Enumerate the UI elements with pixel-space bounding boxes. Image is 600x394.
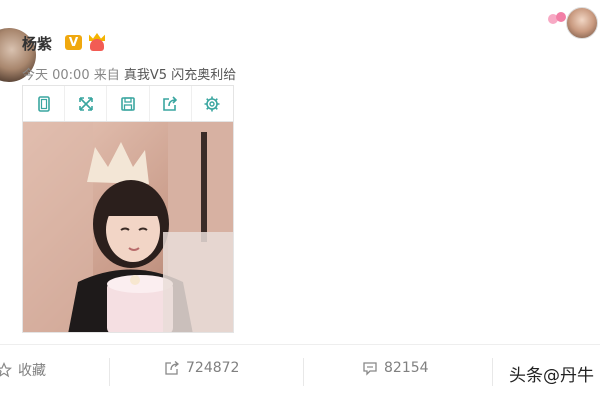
separator [492, 358, 493, 386]
star-icon [0, 362, 12, 378]
repost-count: 724872 [186, 360, 240, 376]
comment-count: 82154 [384, 360, 429, 376]
comment-icon [363, 362, 377, 376]
separator [303, 358, 304, 386]
author-name[interactable]: 杨紫 [22, 33, 52, 54]
user-avatar[interactable] [566, 7, 598, 39]
post-time[interactable]: 今天 00:00 [22, 68, 90, 83]
comment-button[interactable]: 82154 [362, 360, 429, 376]
source-prefix: 来自 [93, 68, 120, 83]
gear-icon[interactable] [192, 86, 233, 121]
repost-button[interactable]: 724872 [164, 360, 239, 376]
expand-icon[interactable] [65, 86, 108, 121]
birthday-photo-image [23, 122, 233, 332]
share-out-icon[interactable] [150, 86, 192, 121]
separator [109, 358, 110, 386]
verified-badge-icon: V [65, 35, 82, 50]
repost-icon [165, 361, 180, 375]
favorite-label: 收藏 [18, 363, 46, 379]
post-source[interactable]: 真我V5 闪充奥利给 [124, 68, 236, 83]
save-icon[interactable] [107, 86, 150, 121]
phone-frame-icon[interactable] [23, 86, 66, 121]
heart-sticker-icon [548, 12, 568, 28]
post-photo[interactable] [22, 121, 234, 333]
watermark-text: 头条@丹牛 [509, 366, 594, 386]
favorite-button[interactable]: 收藏 [0, 360, 46, 380]
image-toolbar [22, 85, 234, 121]
divider [0, 344, 600, 345]
post-meta: 今天 00:00 来自 真我V5 闪充奥利给 [22, 64, 236, 83]
member-crown-icon [86, 33, 108, 51]
